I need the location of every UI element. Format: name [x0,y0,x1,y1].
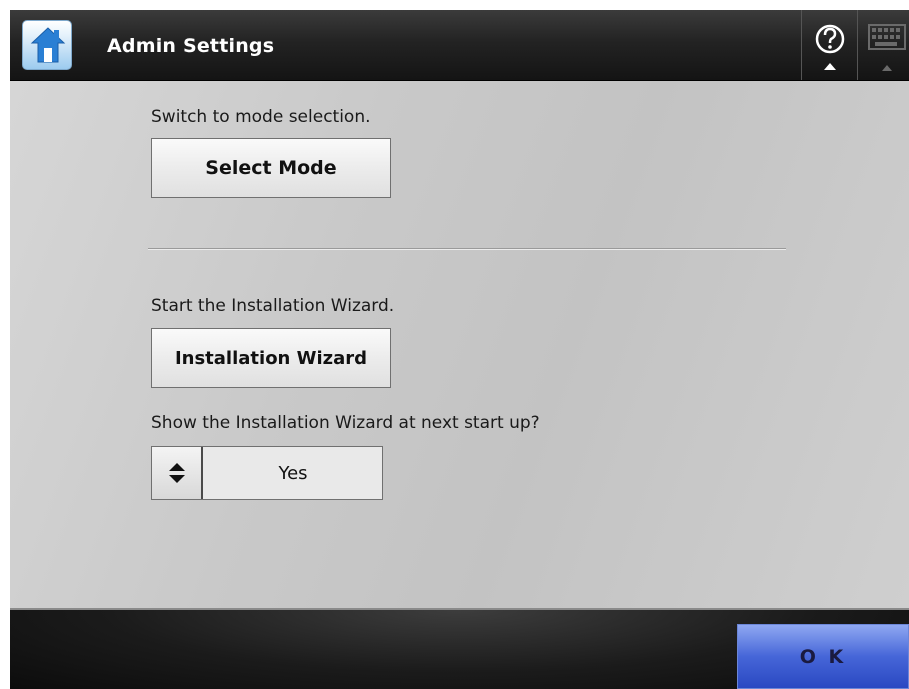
keyboard-button[interactable] [859,10,909,80]
admin-settings-screen: Admin Settings Switch to mode selection.… [10,10,909,689]
page-title: Admin Settings [107,35,275,57]
spinner-toggle-button[interactable] [152,447,203,499]
home-icon [30,27,66,63]
startup-option-selector[interactable]: Yes [151,446,383,500]
startup-option-value: Yes [278,462,308,484]
up-down-arrows-icon [169,463,185,483]
header-divider [801,10,802,80]
startup-question: Show the Installation Wizard at next sta… [151,413,540,433]
mode-description: Switch to mode selection. [151,107,371,127]
header-divider [857,10,858,80]
wizard-description: Start the Installation Wizard. [151,296,395,316]
keyboard-icon [868,24,906,71]
installation-wizard-button[interactable]: Installation Wizard [151,328,391,388]
help-icon [815,24,845,70]
ok-button[interactable]: O K [737,624,909,689]
header-bar: Admin Settings [10,10,909,81]
help-button[interactable] [805,10,855,80]
settings-panel: Switch to mode selection. Select Mode St… [10,81,909,610]
footer-bar: O K [10,610,909,689]
select-mode-button[interactable]: Select Mode [151,138,391,198]
section-divider [148,248,786,250]
home-button[interactable] [22,20,72,70]
